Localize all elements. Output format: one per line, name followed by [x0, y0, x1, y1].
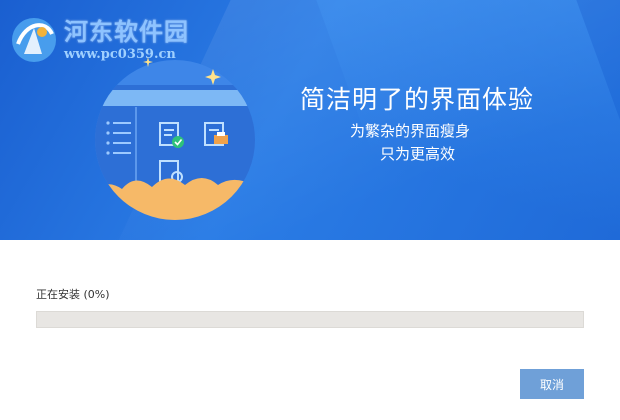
banner: 河东软件园 www.pc0359.cn 简洁明了的界面体验 为繁杂的界面瘦身 只…	[0, 0, 620, 240]
install-progress-percent: (0%)	[83, 288, 110, 301]
banner-headline: 简洁明了的界面体验	[300, 85, 535, 114]
illustration	[95, 57, 255, 220]
install-progress-bar	[36, 311, 584, 328]
watermark-logo-icon	[12, 18, 56, 62]
banner-subline-1: 为繁杂的界面瘦身	[350, 122, 471, 140]
watermark-site-name: 河东软件园	[64, 17, 189, 46]
cancel-button[interactable]: 取消	[520, 369, 584, 399]
banner-subline-2: 只为更高效	[380, 145, 456, 163]
install-status: 正在安装 (0%)	[36, 286, 110, 302]
install-status-label: 正在安装	[36, 288, 80, 301]
